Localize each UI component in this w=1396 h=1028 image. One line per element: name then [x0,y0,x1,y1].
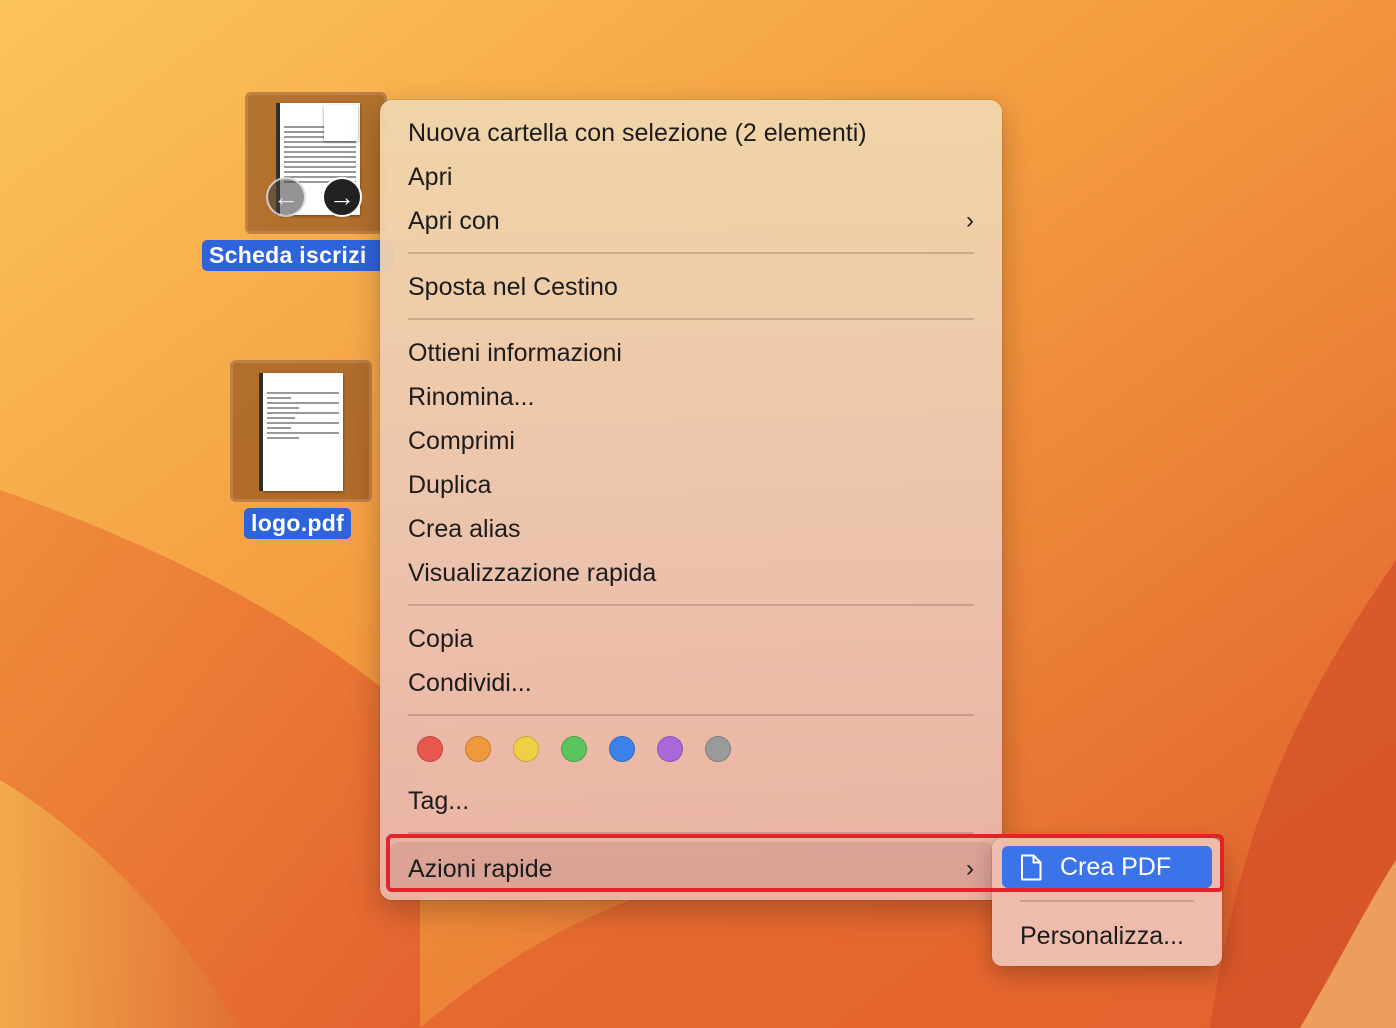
menu-separator [408,604,974,606]
submenu-item-customize[interactable]: Personalizza... [1020,916,1184,956]
tag-red[interactable] [417,736,443,762]
file-label[interactable]: logo.pdf [244,508,352,539]
arrow-left-icon[interactable]: ← [266,177,306,217]
menu-item-copy[interactable]: Copia [408,619,974,659]
menu-item-label: Apri con [408,207,500,235]
menu-separator [1020,900,1194,902]
menu-item-label: Tag... [408,787,470,815]
menu-item-label: Visualizzazione rapida [408,559,657,587]
menu-separator [408,318,974,320]
menu-item-open-with[interactable]: Apri con › [408,201,974,241]
menu-item-duplicate[interactable]: Duplica [408,465,974,505]
tag-orange[interactable] [465,736,491,762]
menu-separator [408,714,974,716]
menu-item-label: Sposta nel Cestino [408,273,618,301]
desktop-icon-logo-pdf[interactable]: logo.pdf [230,360,374,544]
menu-item-label: Comprimi [408,427,515,455]
document-page-back [324,105,358,141]
tag-gray[interactable] [705,736,731,762]
menu-item-quick-look[interactable]: Visualizzazione rapida [408,553,974,593]
chevron-right-icon: › [966,207,974,234]
menu-item-label: Crea alias [408,515,521,543]
menu-item-label: Apri [408,163,453,191]
menu-item-label: Nuova cartella con selezione (2 elementi… [408,119,867,147]
menu-item-new-folder-with-selection[interactable]: Nuova cartella con selezione (2 elementi… [408,113,974,153]
menu-separator [408,252,974,254]
menu-item-label: Ottieni informazioni [408,339,622,367]
menu-item-share[interactable]: Condividi... [408,663,974,703]
menu-item-make-alias[interactable]: Crea alias [408,509,974,549]
tag-purple[interactable] [657,736,683,762]
annotation-highlight-box [386,834,1224,892]
tag-yellow[interactable] [513,736,539,762]
tag-green[interactable] [561,736,587,762]
menu-item-tags[interactable]: Tag... [408,781,974,821]
menu-item-compress[interactable]: Comprimi [408,421,974,461]
tag-blue[interactable] [609,736,635,762]
file-thumbnail[interactable] [230,360,372,502]
menu-item-rename[interactable]: Rinomina... [408,377,974,417]
file-thumbnail[interactable]: ← → [245,92,387,234]
menu-item-label: Rinomina... [408,383,535,411]
document-page [263,373,343,491]
menu-item-get-info[interactable]: Ottieni informazioni [408,333,974,373]
menu-item-open[interactable]: Apri [408,157,974,197]
arrow-right-icon[interactable]: → [322,177,362,217]
menu-item-label: Duplica [408,471,492,499]
context-menu: Nuova cartella con selezione (2 elementi… [380,100,1002,900]
desktop-icon-scheda[interactable]: ← → Scheda iscrizi [200,92,394,276]
file-label[interactable]: Scheda iscrizi [202,240,394,271]
menu-item-move-to-trash[interactable]: Sposta nel Cestino [408,267,974,307]
menu-item-label: Copia [408,625,474,653]
menu-item-label: Condividi... [408,669,532,697]
